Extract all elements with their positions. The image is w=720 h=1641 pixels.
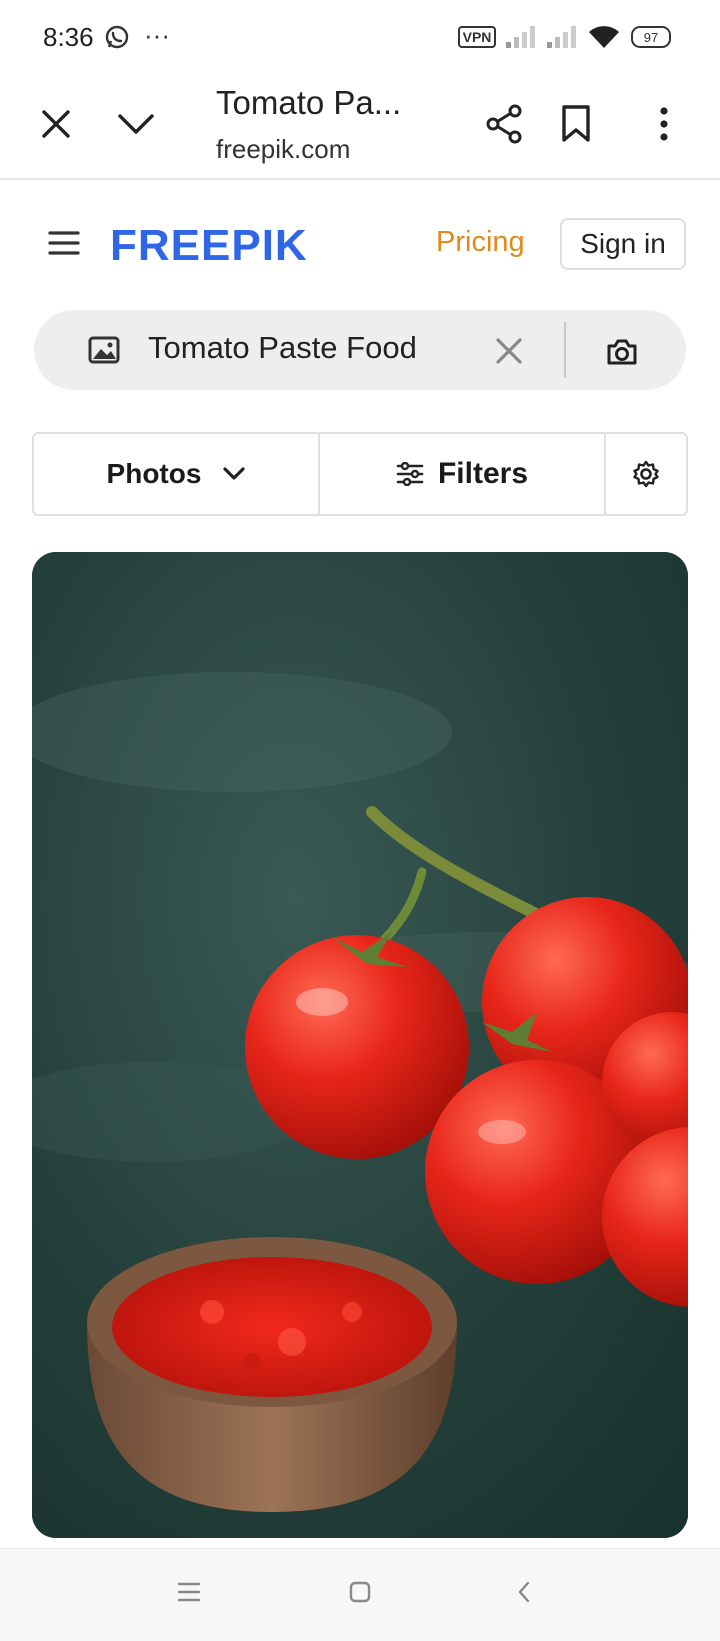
clear-icon: [496, 338, 522, 364]
settings-button[interactable]: [606, 434, 686, 514]
clear-search-button[interactable]: [492, 334, 526, 368]
more-vertical-icon: [660, 107, 668, 141]
filters-label: Filters: [437, 457, 529, 490]
photos-dropdown[interactable]: Photos: [34, 434, 318, 514]
image-search-type[interactable]: [88, 336, 120, 369]
page-url[interactable]: freepik.com: [216, 134, 350, 165]
status-time: 8:36: [43, 22, 94, 52]
menu-button[interactable]: [48, 228, 80, 258]
signal-icon: [546, 22, 580, 52]
menu-icon: [177, 1582, 201, 1602]
share-button[interactable]: [472, 92, 536, 156]
bookmark-button[interactable]: [544, 92, 608, 156]
search-input[interactable]: Tomato Paste Food: [148, 330, 417, 366]
filters-button[interactable]: Filters: [320, 434, 604, 514]
more-options-button[interactable]: [632, 92, 696, 156]
home-icon: [349, 1581, 371, 1603]
battery-icon: 97: [630, 22, 672, 52]
back-button[interactable]: [516, 1580, 532, 1609]
home-button[interactable]: [348, 1580, 372, 1609]
close-icon: [42, 110, 70, 138]
whatsapp-icon: [104, 22, 130, 52]
search-divider: [564, 322, 566, 378]
pricing-link[interactable]: Pricing: [436, 226, 525, 259]
tomato-paste-photo[interactable]: [32, 552, 688, 1538]
close-button[interactable]: [24, 92, 88, 156]
sliders-icon: [396, 462, 424, 486]
chevron-down-icon: [223, 467, 246, 480]
vpn-icon: VPN: [457, 22, 497, 52]
photos-label: Photos: [106, 458, 202, 489]
camera-search-button[interactable]: [600, 332, 644, 372]
back-icon: [518, 1581, 530, 1603]
hamburger-icon: [48, 231, 80, 255]
camera-icon: [607, 339, 637, 365]
collapse-button[interactable]: [104, 92, 168, 156]
svg-text:FREEPIK: FREEPIK: [110, 222, 308, 266]
signal-icon: [505, 22, 539, 52]
status-bar: 8:36 ··· VPN 97: [0, 0, 720, 76]
image-icon: [88, 336, 120, 364]
sign-in-button[interactable]: Sign in: [560, 218, 686, 270]
logo-image: FREEPIK: [110, 221, 308, 270]
share-icon: [486, 104, 522, 144]
more-notifications: ···: [144, 20, 170, 50]
settings-icon: [633, 460, 659, 488]
bookmark-icon: [562, 105, 590, 142]
wifi-icon: [588, 22, 620, 52]
tab-title: Tomato Pa...: [216, 84, 402, 121]
photo-illustration: [32, 552, 688, 1538]
chevron-down-icon: [118, 114, 154, 134]
freepik-logo[interactable]: FREEPIK: [110, 221, 330, 271]
recents-button[interactable]: [176, 1580, 202, 1609]
